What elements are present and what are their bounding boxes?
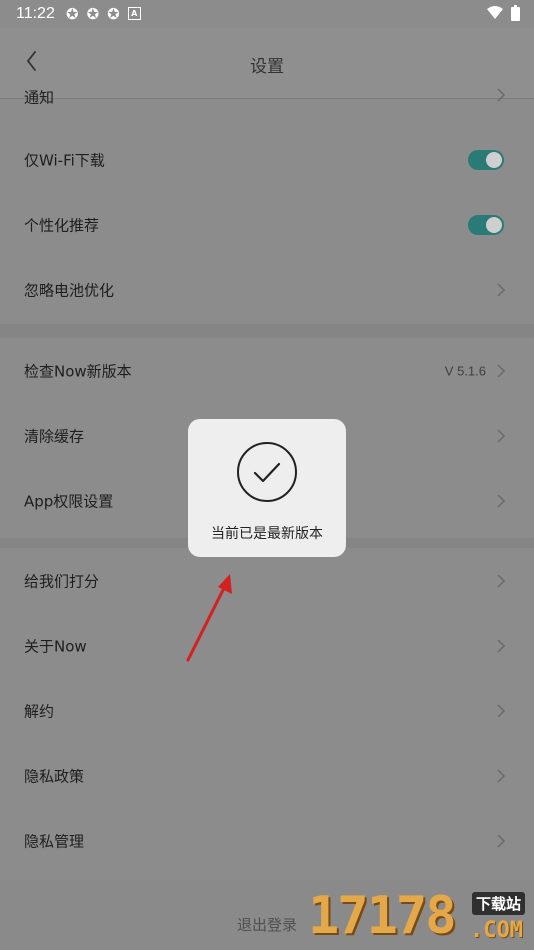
settings-row-label: 检查Now新版本 [24,362,132,380]
status-time: 11:22 [16,5,55,22]
chevron-right-icon [497,282,506,297]
chevron-right-icon [497,363,506,378]
chevron-right-icon [497,768,506,783]
toast: 当前已是最新版本 [188,419,346,557]
personalized-recommend-toggle[interactable] [468,214,504,235]
settings-row-label: 解约 [24,702,55,720]
settings-row-label: 忽略电池优化 [24,281,115,299]
settings-row-wifi-only-download[interactable]: 仅Wi-Fi下载 [0,127,534,192]
settings-section-top: 通知 仅Wi-Fi下载 个性化推荐 忽略电池优化 [0,88,534,324]
settings-row-label: 清除缓存 [24,427,85,445]
settings-row-label: App权限设置 [24,492,114,510]
chevron-right-icon [497,703,506,718]
chevron-right-icon [497,428,506,443]
settings-row-label: 隐私管理 [24,832,85,850]
settings-row-cancel-contract[interactable]: 解约 [0,678,534,743]
version-value: V 5.1.6 [444,363,486,378]
settings-row-label: 个性化推荐 [24,216,100,234]
sync-icon: ✪ [66,5,79,23]
toast-message: 当前已是最新版本 [211,526,323,542]
settings-row-ignore-battery-optimization[interactable]: 忽略电池优化 [0,257,534,322]
chevron-right-icon [497,493,506,508]
check-circle-icon [237,442,297,502]
status-right-icons [487,5,520,21]
wifi-icon [487,6,503,19]
wifi-only-toggle[interactable] [468,149,504,170]
watermark-logo: 17178 下载站 .COM [304,884,532,950]
chevron-right-icon [497,573,506,588]
chevron-right-icon [497,88,506,102]
chevron-right-icon [497,833,506,848]
watermark-tag: 下载站 [472,892,526,915]
settings-row-privacy-management[interactable]: 隐私管理 [0,808,534,873]
toggle-knob [486,151,502,168]
annotation-arrow-icon [186,574,232,662]
sync-icon: ✪ [107,5,120,23]
settings-row-label: 给我们打分 [24,572,100,590]
settings-row-privacy-policy[interactable]: 隐私政策 [0,743,534,808]
a-icon: A [127,7,141,20]
settings-row-rate-us[interactable]: 给我们打分 [0,548,534,613]
settings-section-bottom: 给我们打分 关于Now 解约 隐私政策 隐私管理 [0,548,534,878]
section-divider [0,324,534,338]
status-bar: 11:22 ✪ ✪ ✪ A [0,0,534,28]
settings-row-label: 仅Wi-Fi下载 [24,151,105,169]
status-notification-icons: ✪ ✪ ✪ A [66,6,141,22]
chevron-right-icon [497,638,506,653]
watermark-domain: .COM [470,918,523,943]
settings-row-label: 通知 [24,88,55,107]
battery-icon [511,5,520,21]
settings-row-about[interactable]: 关于Now [0,613,534,678]
sync-icon: ✪ [86,5,100,23]
settings-row-notifications[interactable]: 通知 [0,69,534,129]
settings-row-label: 关于Now [24,637,87,655]
toggle-knob [486,216,502,233]
watermark-number: 17178 [308,886,457,946]
settings-row-check-update[interactable]: 检查Now新版本 V 5.1.6 [0,338,534,403]
settings-row-personalized-recommend[interactable]: 个性化推荐 [0,192,534,257]
settings-row-label: 隐私政策 [24,767,85,785]
